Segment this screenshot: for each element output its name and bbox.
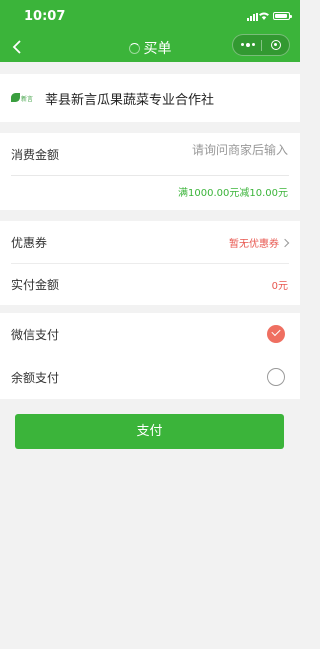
header: 10:07 买单 (0, 0, 300, 62)
merchant-name: 莘县新言瓜果蔬菜专业合作社 (45, 93, 215, 108)
actual-amount-value: 0元 (271, 281, 288, 292)
payment-option-balance[interactable]: 余额支付 (0, 356, 300, 398)
nav-bar: 买单 (0, 34, 300, 62)
amount-card: 消费金额 满1000.00元减10.00元 (0, 133, 300, 210)
signal-icon (247, 13, 258, 21)
payment-option-label: 微信支付 (11, 328, 60, 342)
coupon-value-text: 暂无优惠券 (229, 239, 279, 250)
pay-button[interactable]: 支付 (15, 414, 284, 449)
payment-method-card: 微信支付 余额支付 (0, 313, 300, 399)
wifi-icon (259, 12, 269, 20)
promotion-text: 满1000.00元减10.00元 (178, 188, 288, 199)
amount-label: 消费金额 (11, 148, 60, 162)
coupon-card: 优惠券 暂无优惠券 实付金额 0元 (0, 221, 300, 305)
leaf-icon (11, 93, 20, 102)
chevron-right-icon (280, 238, 290, 248)
actual-amount-row: 实付金额 0元 (0, 263, 300, 305)
more-dots-icon[interactable] (241, 42, 255, 47)
coupon-value: 暂无优惠券 (229, 235, 290, 250)
coupon-row[interactable]: 优惠券 暂无优惠券 (0, 221, 300, 263)
payment-option-label: 余额支付 (11, 371, 60, 385)
payment-option-wechat[interactable]: 微信支付 (0, 313, 300, 355)
capsule-divider (261, 40, 262, 51)
radio-checked-icon[interactable] (267, 325, 285, 343)
status-bar: 10:07 (0, 0, 300, 34)
mini-program-capsule (232, 34, 290, 56)
coupon-label: 优惠券 (11, 236, 48, 250)
actual-amount-label: 实付金额 (11, 278, 60, 292)
merchant-card: 新言 莘县新言瓜果蔬菜专业合作社 (0, 74, 300, 122)
loading-spinner-icon (128, 43, 140, 54)
merchant-logo-text: 新言 (21, 96, 34, 103)
divider (11, 175, 289, 176)
amount-input[interactable] (138, 143, 288, 157)
status-time: 10:07 (24, 9, 66, 24)
merchant-logo-icon: 新言 (11, 91, 34, 105)
radio-unchecked-icon[interactable] (267, 368, 285, 386)
page-title-text: 买单 (143, 41, 172, 57)
battery-icon (273, 12, 292, 20)
close-target-icon[interactable] (271, 40, 281, 50)
